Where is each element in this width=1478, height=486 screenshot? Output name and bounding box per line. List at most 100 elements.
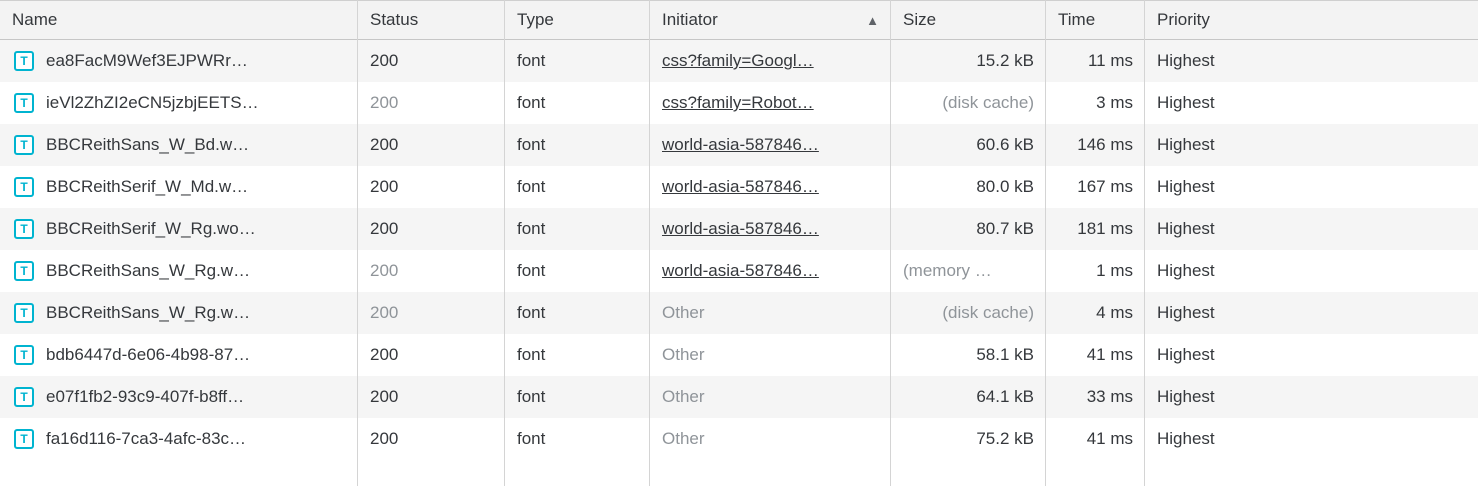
size-value: 15.2 kB: [976, 51, 1034, 70]
request-name: BBCReithSerif_W_Md.w…: [46, 166, 248, 208]
initiator-cell: world-asia-587846…: [650, 166, 891, 208]
priority-cell: Highest: [1145, 292, 1478, 334]
type-cell: font: [505, 40, 650, 82]
column-header-time[interactable]: Time: [1046, 1, 1145, 39]
font-type-icon-letter: T: [20, 307, 27, 319]
priority-value: Highest: [1157, 303, 1215, 322]
time-value: 1 ms: [1096, 261, 1133, 280]
resource-type: font: [517, 93, 545, 112]
status-code: 200: [370, 219, 398, 238]
table-body: T ea8FacM9Wef3EJPWRr… 200 font css?famil…: [0, 40, 1478, 460]
resource-type: font: [517, 219, 545, 238]
request-name-cell[interactable]: T ea8FacM9Wef3EJPWRr…: [0, 40, 358, 82]
table-row[interactable]: T BBCReithSans_W_Bd.w… 200 font world-as…: [0, 124, 1478, 166]
status-cell: 200: [358, 124, 505, 166]
time-value: 167 ms: [1077, 177, 1133, 196]
column-header-label: Type: [517, 10, 554, 29]
table-row[interactable]: T fa16d116-7ca3-4afc-83c… 200 font Other…: [0, 418, 1478, 460]
request-name: BBCReithSerif_W_Rg.wo…: [46, 208, 256, 250]
size-cell: 60.6 kB: [891, 124, 1046, 166]
priority-value: Highest: [1157, 51, 1215, 70]
request-name-cell[interactable]: T ieVl2ZhZI2eCN5jzbjEETS…: [0, 82, 358, 124]
column-header-label: Priority: [1157, 10, 1210, 29]
resource-type: font: [517, 429, 545, 448]
priority-value: Highest: [1157, 345, 1215, 364]
column-divider[interactable]: [649, 0, 650, 486]
initiator-link[interactable]: css?family=Googl…: [662, 51, 814, 70]
font-type-icon-letter: T: [20, 55, 27, 67]
table-row[interactable]: T ieVl2ZhZI2eCN5jzbjEETS… 200 font css?f…: [0, 82, 1478, 124]
table-row[interactable]: T BBCReithSans_W_Rg.w… 200 font world-as…: [0, 250, 1478, 292]
initiator-link[interactable]: world-asia-587846…: [662, 261, 819, 280]
request-name-cell[interactable]: T BBCReithSerif_W_Md.w…: [0, 166, 358, 208]
request-name-cell[interactable]: T e07f1fb2-93c9-407f-b8ff…: [0, 376, 358, 418]
resource-type: font: [517, 135, 545, 154]
size-value: 80.7 kB: [976, 219, 1034, 238]
time-cell: 3 ms: [1046, 82, 1145, 124]
column-header-name[interactable]: Name: [0, 1, 358, 39]
column-divider[interactable]: [504, 0, 505, 486]
status-code: 200: [370, 303, 398, 322]
request-name: bdb6447d-6e06-4b98-87…: [46, 334, 250, 376]
time-cell: 1 ms: [1046, 250, 1145, 292]
status-cell: 200: [358, 292, 505, 334]
type-cell: font: [505, 292, 650, 334]
column-header-initiator[interactable]: Initiator ▲: [650, 1, 891, 39]
column-divider[interactable]: [1144, 0, 1145, 486]
request-name-cell[interactable]: T BBCReithSans_W_Bd.w…: [0, 124, 358, 166]
initiator-link[interactable]: css?family=Robot…: [662, 93, 814, 112]
column-divider[interactable]: [1045, 0, 1046, 486]
initiator-link[interactable]: world-asia-587846…: [662, 219, 819, 238]
type-cell: font: [505, 82, 650, 124]
table-row[interactable]: T BBCReithSerif_W_Md.w… 200 font world-a…: [0, 166, 1478, 208]
column-header-status[interactable]: Status: [358, 1, 505, 39]
time-cell: 11 ms: [1046, 40, 1145, 82]
priority-cell: Highest: [1145, 82, 1478, 124]
table-row[interactable]: T BBCReithSans_W_Rg.w… 200 font Other (d…: [0, 292, 1478, 334]
size-value: 58.1 kB: [976, 345, 1034, 364]
table-row[interactable]: T bdb6447d-6e06-4b98-87… 200 font Other …: [0, 334, 1478, 376]
size-value: 60.6 kB: [976, 135, 1034, 154]
initiator-text: Other: [662, 345, 705, 364]
size-cell: 58.1 kB: [891, 334, 1046, 376]
status-code: 200: [370, 345, 398, 364]
column-header-label: Time: [1058, 10, 1095, 29]
priority-cell: Highest: [1145, 334, 1478, 376]
priority-value: Highest: [1157, 261, 1215, 280]
table-row[interactable]: T e07f1fb2-93c9-407f-b8ff… 200 font Othe…: [0, 376, 1478, 418]
status-code: 200: [370, 387, 398, 406]
initiator-link[interactable]: world-asia-587846…: [662, 135, 819, 154]
request-name-cell[interactable]: T bdb6447d-6e06-4b98-87…: [0, 334, 358, 376]
initiator-cell: world-asia-587846…: [650, 250, 891, 292]
table-row[interactable]: T ea8FacM9Wef3EJPWRr… 200 font css?famil…: [0, 40, 1478, 82]
column-divider[interactable]: [357, 0, 358, 486]
size-cell: 80.0 kB: [891, 166, 1046, 208]
column-header-priority[interactable]: Priority: [1145, 1, 1478, 39]
size-value: (memory …: [903, 261, 992, 280]
status-cell: 200: [358, 82, 505, 124]
font-type-icon: T: [14, 93, 34, 113]
status-code: 200: [370, 177, 398, 196]
priority-value: Highest: [1157, 429, 1215, 448]
column-header-label: Name: [12, 10, 57, 29]
column-divider[interactable]: [890, 0, 891, 486]
request-name: BBCReithSans_W_Rg.w…: [46, 292, 250, 334]
request-name-cell[interactable]: T fa16d116-7ca3-4afc-83c…: [0, 418, 358, 460]
request-name-cell[interactable]: T BBCReithSerif_W_Rg.wo…: [0, 208, 358, 250]
column-header-type[interactable]: Type: [505, 1, 650, 39]
request-name: ieVl2ZhZI2eCN5jzbjEETS…: [46, 82, 259, 124]
status-code: 200: [370, 51, 398, 70]
size-cell: 64.1 kB: [891, 376, 1046, 418]
font-type-icon: T: [14, 345, 34, 365]
time-value: 11 ms: [1088, 51, 1133, 70]
font-type-icon-letter: T: [20, 181, 27, 193]
type-cell: font: [505, 250, 650, 292]
request-name-cell[interactable]: T BBCReithSans_W_Rg.w…: [0, 250, 358, 292]
initiator-link[interactable]: world-asia-587846…: [662, 177, 819, 196]
table-row[interactable]: T BBCReithSerif_W_Rg.wo… 200 font world-…: [0, 208, 1478, 250]
column-header-size[interactable]: Size: [891, 1, 1046, 39]
font-type-icon-letter: T: [20, 433, 27, 445]
size-value: 75.2 kB: [976, 429, 1034, 448]
request-name-cell[interactable]: T BBCReithSans_W_Rg.w…: [0, 292, 358, 334]
time-value: 33 ms: [1087, 387, 1133, 406]
